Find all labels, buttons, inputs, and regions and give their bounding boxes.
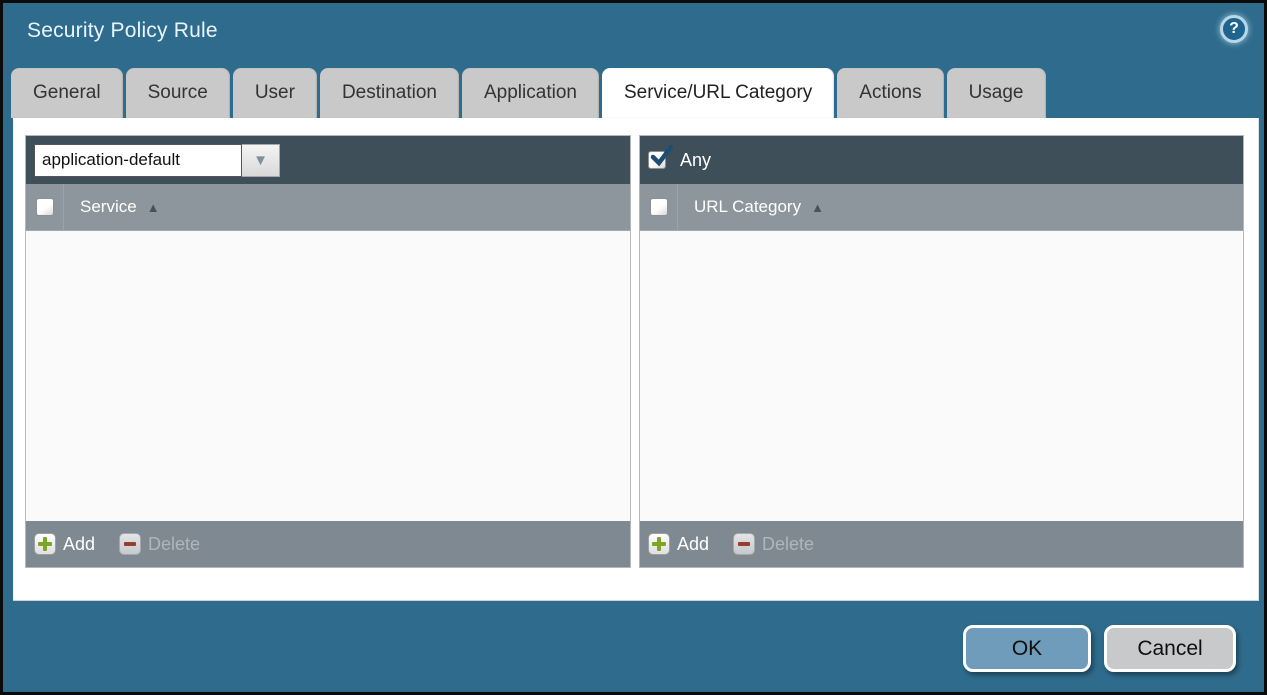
service-panel: ▼ Service ▲ Add — [25, 135, 631, 568]
url-category-select-all-checkbox[interactable] — [650, 198, 668, 216]
service-type-dropdown-button[interactable]: ▼ — [242, 144, 280, 177]
service-type-combobox: ▼ — [34, 144, 280, 177]
delete-minus-icon — [733, 533, 755, 555]
url-category-action-bar: Add Delete — [640, 521, 1243, 567]
tab-destination[interactable]: Destination — [320, 68, 459, 118]
url-category-column-header-row: URL Category ▲ — [640, 184, 1243, 231]
url-category-column-label[interactable]: URL Category — [694, 197, 801, 217]
tab-content-area: ▼ Service ▲ Add — [13, 118, 1259, 601]
service-column-label[interactable]: Service — [80, 197, 137, 217]
tab-service-url-category[interactable]: Service/URL Category — [602, 68, 834, 118]
url-category-add-button[interactable]: Add — [648, 533, 709, 555]
service-delete-button[interactable]: Delete — [119, 533, 200, 555]
tab-application[interactable]: Application — [462, 68, 599, 118]
url-category-delete-button[interactable]: Delete — [733, 533, 814, 555]
help-icon[interactable]: ? — [1220, 15, 1248, 43]
service-table-body[interactable] — [26, 231, 630, 521]
service-panel-header: ▼ — [26, 136, 630, 184]
checkmark-icon — [649, 144, 674, 169]
service-add-button[interactable]: Add — [34, 533, 95, 555]
tab-usage[interactable]: Usage — [947, 68, 1046, 118]
url-category-select-all-cell — [640, 184, 678, 230]
service-delete-label: Delete — [148, 534, 200, 555]
url-category-panel-header: Any — [640, 136, 1243, 184]
sort-ascending-icon[interactable]: ▲ — [811, 200, 824, 215]
chevron-down-icon: ▼ — [253, 153, 268, 168]
any-checkbox[interactable] — [648, 151, 666, 169]
service-type-input[interactable] — [34, 144, 242, 177]
cancel-button[interactable]: Cancel — [1104, 625, 1236, 672]
any-label: Any — [680, 150, 711, 171]
service-action-bar: Add Delete — [26, 521, 630, 567]
tab-source[interactable]: Source — [126, 68, 230, 118]
url-category-table-body[interactable] — [640, 231, 1243, 521]
dialog-title: Security Policy Rule — [27, 19, 218, 43]
security-policy-rule-dialog: Security Policy Rule ? General Source Us… — [3, 3, 1264, 692]
service-add-label: Add — [63, 534, 95, 555]
url-category-panel: Any URL Category ▲ Add — [639, 135, 1244, 568]
service-select-all-cell — [26, 184, 64, 230]
ok-button[interactable]: OK — [963, 625, 1091, 672]
url-category-add-label: Add — [677, 534, 709, 555]
tab-bar: General Source User Destination Applicat… — [11, 68, 1046, 118]
url-category-delete-label: Delete — [762, 534, 814, 555]
service-column-header-row: Service ▲ — [26, 184, 630, 231]
tab-general[interactable]: General — [11, 68, 123, 118]
tab-actions[interactable]: Actions — [837, 68, 943, 118]
add-plus-icon — [648, 533, 670, 555]
service-select-all-checkbox[interactable] — [36, 198, 54, 216]
dialog-frame: Security Policy Rule ? General Source Us… — [0, 0, 1267, 695]
add-plus-icon — [34, 533, 56, 555]
tab-user[interactable]: User — [233, 68, 317, 118]
delete-minus-icon — [119, 533, 141, 555]
sort-ascending-icon[interactable]: ▲ — [147, 200, 160, 215]
